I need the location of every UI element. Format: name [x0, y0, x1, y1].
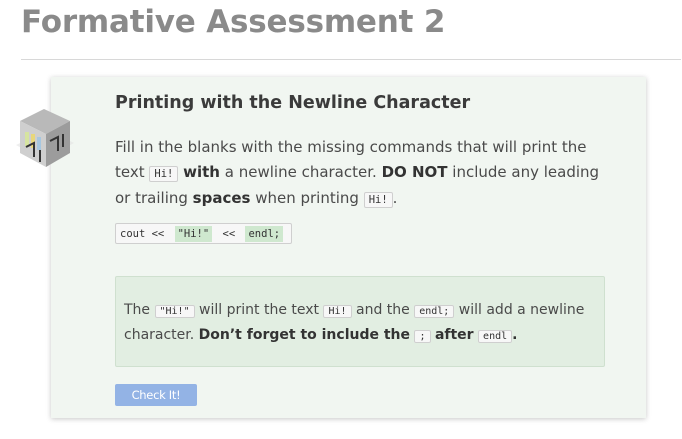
instructions-bold-spaces: spaces	[192, 189, 251, 207]
instructions-bold-with: with	[183, 162, 220, 181]
cube-icon	[16, 109, 74, 167]
title-divider	[21, 59, 681, 60]
blank-2[interactable]: endl;	[245, 225, 284, 242]
page-title: Formative Assessment 2	[21, 4, 446, 40]
code-endl-semicolon: endl;	[414, 305, 455, 318]
hint-bold-after: after	[434, 326, 474, 343]
code-prefix: cout <<	[120, 227, 171, 240]
instructions-text: a newline character.	[220, 162, 382, 181]
code-line: cout << "Hi!" << endl;	[115, 223, 293, 244]
hint-text: The "Hi!" will print the text Hi! and th…	[124, 299, 594, 348]
hint-text-part: The	[124, 302, 155, 318]
code-hi: Hi!	[363, 192, 393, 208]
hint-bold-period: .	[512, 326, 518, 343]
instructions-bold-do-not: DO NOT	[381, 162, 448, 181]
code-hi: Hi!	[149, 165, 179, 182]
instructions: Fill in the blanks with the missing comm…	[115, 135, 615, 213]
card-title: Printing with the Newline Character	[115, 93, 471, 113]
hint-bold-dont: Don’t forget to include the	[198, 326, 411, 343]
check-it-button[interactable]: Check It!	[115, 384, 197, 406]
code-semicolon: ;	[414, 329, 431, 343]
instructions-text: .	[392, 189, 398, 207]
code-hi: Hi!	[323, 305, 352, 318]
code-endl: endl	[478, 329, 513, 343]
code-quoted-hi: "Hi!"	[154, 305, 195, 318]
hint-text-part: and the	[351, 302, 415, 318]
code-middle: <<	[216, 227, 242, 240]
instructions-text: when printing	[250, 189, 364, 207]
hint-box: The "Hi!" will print the text Hi! and th…	[115, 276, 605, 367]
hint-text-part: will print the text	[194, 302, 324, 318]
blank-1[interactable]: "Hi!"	[174, 225, 213, 242]
